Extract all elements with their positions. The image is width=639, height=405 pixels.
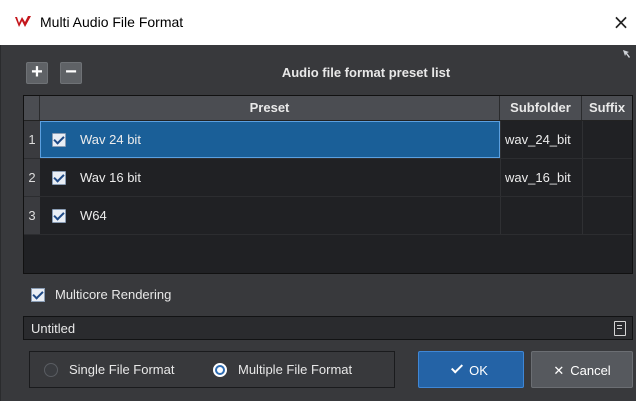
window-title: Multi Audio File Format — [40, 14, 184, 30]
subfolder-cell[interactable] — [500, 197, 582, 234]
column-header-preset[interactable]: Preset — [40, 96, 500, 120]
suffix-cell[interactable] — [582, 159, 632, 196]
remove-preset-button[interactable]: − — [60, 62, 82, 84]
preset-name: W64 — [80, 208, 107, 223]
dialog-body: + − Audio file format preset list Preset… — [0, 45, 636, 401]
preset-name: Wav 16 bit — [80, 170, 141, 185]
preset-name-field[interactable]: Untitled — [23, 316, 633, 340]
multicore-rendering-checkbox[interactable] — [31, 288, 45, 302]
column-header-subfolder[interactable]: Subfolder — [500, 96, 582, 120]
close-icon[interactable]: × — [609, 10, 633, 34]
checkmark-icon — [451, 361, 464, 374]
row-index: 1 — [24, 121, 40, 158]
header-index — [24, 96, 40, 120]
table-header: Preset Subfolder Suffix — [24, 96, 632, 121]
single-file-format-label[interactable]: Single File Format — [69, 362, 174, 377]
table-row[interactable]: 3 W64 — [24, 197, 632, 235]
preset-name: Wav 24 bit — [80, 132, 141, 147]
multiple-file-format-label[interactable]: Multiple File Format — [238, 362, 352, 377]
row-enabled-checkbox[interactable] — [52, 209, 66, 223]
suffix-cell[interactable] — [582, 121, 632, 158]
subfolder-cell[interactable]: wav_16_bit — [500, 159, 582, 196]
cancel-button-label: Cancel — [570, 363, 611, 378]
add-preset-button[interactable]: + — [26, 62, 48, 84]
preset-table: Preset Subfolder Suffix 1 Wav 24 bit wav… — [23, 95, 633, 274]
wavelab-logo-icon — [15, 16, 31, 27]
table-row[interactable]: 2 Wav 16 bit wav_16_bit — [24, 159, 632, 197]
preset-list-title: Audio file format preset list — [281, 65, 451, 80]
ok-button[interactable]: OK — [418, 351, 524, 388]
close-x-icon: ✕ — [553, 364, 565, 379]
multicore-rendering-label[interactable]: Multicore Rendering — [55, 287, 171, 302]
preset-name-value: Untitled — [31, 321, 76, 336]
ok-button-label: OK — [469, 363, 488, 378]
resize-grip-icon[interactable] — [622, 49, 632, 59]
row-enabled-checkbox[interactable] — [52, 133, 66, 147]
format-mode-radio-group: Single File Format Multiple File Format — [29, 351, 395, 388]
title-bar: Multi Audio File Format × — [0, 0, 639, 45]
row-enabled-checkbox[interactable] — [52, 171, 66, 185]
preset-cell[interactable] — [40, 197, 500, 234]
column-header-suffix[interactable]: Suffix — [582, 96, 632, 120]
row-index: 2 — [24, 159, 40, 196]
suffix-cell[interactable] — [582, 197, 632, 234]
table-row[interactable]: 1 Wav 24 bit wav_24_bit — [24, 121, 632, 159]
document-menu-icon[interactable] — [614, 321, 626, 336]
subfolder-cell[interactable]: wav_24_bit — [500, 121, 582, 158]
multiple-file-format-radio[interactable] — [213, 363, 227, 377]
cancel-button[interactable]: ✕ Cancel — [531, 351, 633, 388]
row-index: 3 — [24, 197, 40, 234]
single-file-format-radio[interactable] — [44, 363, 58, 377]
